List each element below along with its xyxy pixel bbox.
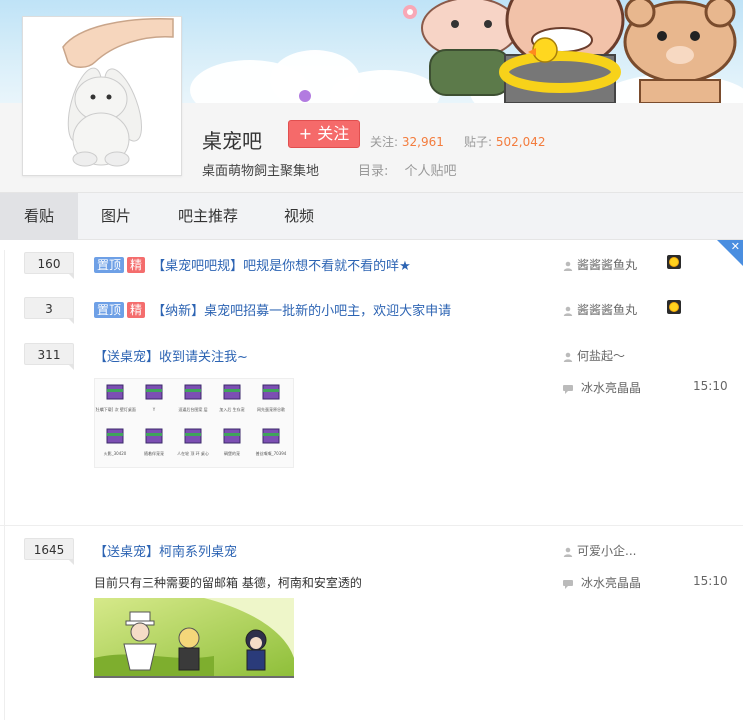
thread-image[interactable] <box>94 598 294 678</box>
file-icon-cell: 随着伴宠宠 <box>144 428 164 456</box>
thread-author[interactable]: 可爱小企... <box>563 542 636 559</box>
file-icon-label: 加入后 生存宠 <box>219 406 244 412</box>
follow-stat: 关注: 32,961 <box>370 133 444 150</box>
thread-title-text[interactable]: 【送桌宠】收到请关注我~ <box>94 350 248 365</box>
tab-images[interactable]: 图片 <box>84 193 148 240</box>
posts-stat-value: 502,042 <box>495 135 546 149</box>
author-name[interactable]: 何盐起～ <box>577 349 625 363</box>
thread-title[interactable]: 置顶精 【桌宠吧吧规】吧规是你想不看就不看的咩★ <box>94 255 411 274</box>
catalog-label: 目录: <box>358 164 389 179</box>
file-icon-label: 网先蛋宠原谷歌 <box>257 406 285 412</box>
file-grid-image: [牡蠣下载] 次 壁灯桌面 Y 逗逼后台图案 层 加入后 生存宠 网先蛋宠原谷歌火影_3… <box>94 384 287 456</box>
featured-badge: 精 <box>127 301 146 318</box>
file-icon-label: 人在轮 顶 环 桌心 <box>177 450 209 456</box>
close-corner[interactable]: ✕ <box>717 240 743 266</box>
last-reply-user[interactable]: 冰水亮晶晶 <box>581 381 641 395</box>
sticky-badge: 置顶 <box>94 301 125 318</box>
author-name[interactable]: 可爱小企... <box>577 544 636 558</box>
file-icon-cell: 普丝嘅嘅_70394 <box>256 428 287 456</box>
thread-thumbnail[interactable]: [牡蠣下载] 次 壁灯桌面 Y 逗逼后台图案 层 加入后 生存宠 网先蛋宠原谷歌火影_3… <box>94 378 294 468</box>
forum-tabs: 看贴 图片 吧主推荐 视频 <box>0 193 743 240</box>
user-icon <box>563 547 573 557</box>
forum-name: 桌宠吧 <box>202 129 262 153</box>
file-icon-cell: 火影_30420 <box>104 428 127 456</box>
thread-title[interactable]: 【送桌宠】柯南系列桌宠 <box>94 541 237 560</box>
file-icon-cell: Y <box>145 384 163 412</box>
author-name[interactable]: 酱酱酱鱼丸 <box>577 258 637 272</box>
follow-stat-value: 32,961 <box>401 135 444 149</box>
last-reply[interactable]: 冰水亮晶晶 <box>563 379 641 396</box>
thread-title-text[interactable]: 【桌宠吧吧规】吧规是你想不看就不看的咩★ <box>152 259 411 274</box>
reply-count: 311 <box>24 343 74 370</box>
file-icon-cell: 加入后 生存宠 <box>219 384 245 412</box>
thread-abstract: 目前只有三种需要的留邮箱 基德，柯南和安室透的 <box>94 576 362 590</box>
forum-avatar[interactable] <box>22 16 182 176</box>
reply-count: 1645 <box>24 538 74 565</box>
file-icon-cell: [牡蠣下载] 次 壁灯桌面 <box>94 384 136 412</box>
forum-slogan: 桌面萌物飼主聚集地 <box>202 164 320 179</box>
reply-icon <box>563 579 573 589</box>
file-icon-label: [牡蠣下载] 次 壁灯桌面 <box>95 406 136 412</box>
user-icon <box>563 306 573 316</box>
forum-catalog: 目录: 个人贴吧 <box>358 160 457 179</box>
user-icon <box>563 352 573 362</box>
thread-author[interactable]: 酱酱酱鱼丸 <box>563 256 637 273</box>
file-icon-label: 逗逼后台图案 层 <box>178 406 207 412</box>
follow-button[interactable]: + 关注 <box>288 120 360 148</box>
posts-stat: 贴子: 502,042 <box>464 133 546 150</box>
file-icon-label: 随着伴宠宠 <box>144 450 164 456</box>
level-badge-icon <box>667 255 681 269</box>
file-icon-label: 火影_30420 <box>104 450 127 456</box>
file-icon-cell: 人在轮 顶 环 桌心 <box>177 428 209 456</box>
close-icon: ✕ <box>730 240 740 253</box>
thread-author[interactable]: 酱酱酱鱼丸 <box>563 301 637 318</box>
thread-divider <box>0 525 743 526</box>
thread-author[interactable]: 何盐起～ <box>563 347 625 364</box>
file-icon-cell: 碉堡的宠 <box>223 428 241 456</box>
conan-characters-image <box>94 598 294 676</box>
reply-count: 3 <box>24 297 74 324</box>
file-icon-cell: 网先蛋宠原谷歌 <box>257 384 285 412</box>
left-border <box>4 250 5 720</box>
last-reply-time: 15:10 <box>693 574 728 588</box>
tab-videos[interactable]: 视频 <box>266 193 332 240</box>
user-icon <box>563 261 573 271</box>
follow-stat-label: 关注: <box>370 135 399 149</box>
tab-posts[interactable]: 看贴 <box>0 193 78 240</box>
thread-title-text[interactable]: 【纳新】桌宠吧招募一批新的小吧主，欢迎大家申请 <box>152 304 451 319</box>
thread-title-text[interactable]: 【送桌宠】柯南系列桌宠 <box>94 545 237 560</box>
reply-icon <box>563 384 573 394</box>
last-reply-user[interactable]: 冰水亮晶晶 <box>581 576 641 590</box>
file-icon-label: Y <box>152 407 156 412</box>
file-icon-label: 碉堡的宠 <box>224 450 240 456</box>
author-name[interactable]: 酱酱酱鱼丸 <box>577 303 637 317</box>
level-badge-icon <box>667 300 681 314</box>
last-reply-time: 15:10 <box>693 379 728 393</box>
last-reply[interactable]: 冰水亮晶晶 <box>563 574 641 591</box>
reply-count: 160 <box>24 252 74 279</box>
tab-recommended[interactable]: 吧主推荐 <box>160 193 256 240</box>
thread-title[interactable]: 【送桌宠】收到请关注我~ <box>94 346 248 365</box>
catalog-link[interactable]: 个人贴吧 <box>405 164 457 179</box>
file-icon-label: 普丝嘅嘅_70394 <box>256 450 287 456</box>
posts-stat-label: 贴子: <box>464 135 493 149</box>
file-icon-cell: 逗逼后台图案 层 <box>178 384 208 412</box>
featured-badge: 精 <box>127 256 146 273</box>
rabbit-image <box>23 17 181 175</box>
thread-title[interactable]: 置顶精 【纳新】桌宠吧招募一批新的小吧主，欢迎大家申请 <box>94 300 451 319</box>
sticky-badge: 置顶 <box>94 256 125 273</box>
